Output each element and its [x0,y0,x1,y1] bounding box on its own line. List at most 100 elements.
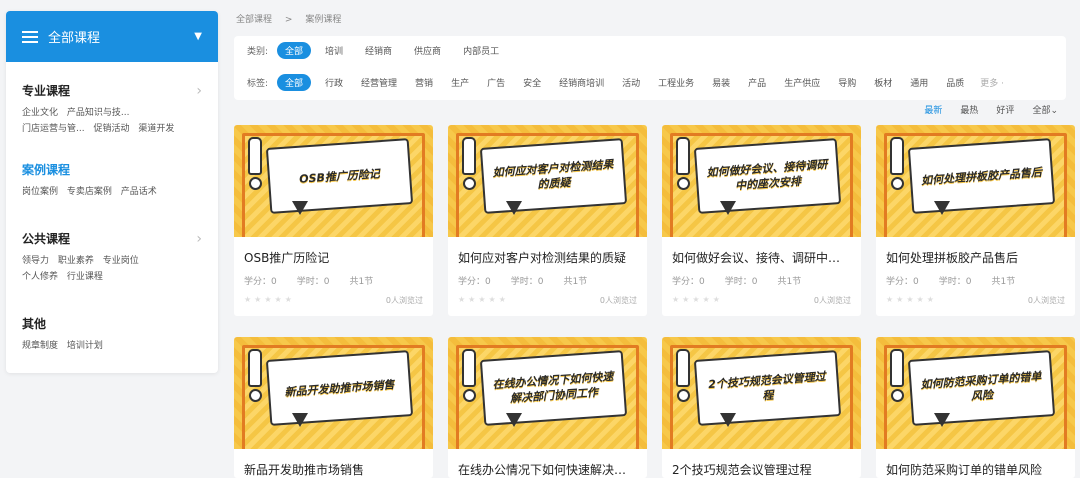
sidebar-link[interactable]: 专业岗位 [103,256,139,266]
tag-option[interactable]: 经销商培训 [559,76,604,89]
sidebar-header[interactable]: 全部课程 ▼ [6,11,218,62]
tag-option[interactable]: 生产 [451,76,469,89]
category-option[interactable]: 内部员工 [463,44,499,57]
sidebar-link[interactable]: 培训计划 [67,341,103,351]
course-views: 0人浏览过 [385,296,423,305]
tag-option[interactable]: 工程业务 [658,76,694,89]
sidebar-link[interactable]: 促销活动 [93,124,129,134]
sidebar-section-public: 公共课程 › 领导力 职业素养 专业岗位 个人修养 行业课程 [6,230,218,285]
sort-option-selected[interactable]: 最新 [924,103,942,116]
tag-option-selected[interactable]: 全部 [277,73,312,91]
speech-bubble-tail [292,201,308,215]
thumbnail-text: 在线办公情况下如何快速解决部门协同工作 [492,369,614,406]
tag-option[interactable]: 广告 [487,76,505,89]
thumbnail-text: 如何处理拼板胶产品售后 [920,165,1043,187]
section-title-text: 专业课程 [22,84,71,98]
more-tags-link[interactable]: 更多 · [980,76,1004,89]
tag-option[interactable]: 导购 [838,76,856,89]
category-option[interactable]: 供应商 [414,44,441,57]
sidebar-section-title[interactable]: 公共课程 › [22,230,202,247]
sidebar-section-title[interactable]: 其他 [22,315,202,332]
course-thumbnail[interactable]: 在线办公情况下如何快速解决部门协同工作 [448,337,647,449]
rating-stars-icon: ★★★★★ [886,295,937,304]
course-title[interactable]: 如何做好会议、接待、调研中的... [662,237,861,266]
sidebar-link[interactable]: 职业素养 [58,256,94,266]
sort-all-dropdown[interactable]: 全部⌄ [1032,103,1058,116]
course-card[interactable]: 新品开发助推市场销售 新品开发助推市场销售 [234,337,433,478]
sidebar-links: 岗位案例 专卖店案例 产品话术 [22,184,202,200]
section-title-text: 公共课程 [22,232,71,246]
sidebar-link[interactable]: 门店运营与管... [22,124,85,134]
course-thumbnail[interactable]: 2个技巧规范会议管理过程 [662,337,861,449]
exclamation-dot-icon [249,389,262,402]
sidebar-link[interactable]: 专卖店案例 [67,187,112,197]
course-title[interactable]: 新品开发助推市场销售 [234,449,433,478]
category-option[interactable]: 经销商 [365,44,392,57]
tag-option[interactable]: 经营管理 [361,76,397,89]
sidebar-link[interactable]: 行业课程 [67,272,103,282]
tag-option[interactable]: 易装 [712,76,730,89]
sidebar-link[interactable]: 领导力 [22,256,49,266]
thumbnail-text: 新品开发助推市场销售 [284,377,395,399]
course-title[interactable]: 在线办公情况下如何快速解决部... [448,449,647,478]
course-lessons: 共1节 [991,277,1016,287]
tag-option[interactable]: 营销 [415,76,433,89]
course-thumbnail[interactable]: OSB推广历险记 [234,125,433,237]
course-card[interactable]: 在线办公情况下如何快速解决部门协同工作在线办公情况下如何快速解决部... [448,337,647,478]
sort-option[interactable]: 最热 [960,103,978,116]
tag-option[interactable]: 行政 [325,76,343,89]
sidebar-link[interactable]: 岗位案例 [22,187,58,197]
course-title[interactable]: 如何处理拼板胶产品售后 [876,237,1075,266]
tag-option[interactable]: 板材 [874,76,892,89]
sidebar-link[interactable]: 产品话术 [121,187,157,197]
tag-option[interactable]: 通用 [910,76,928,89]
course-title[interactable]: 2个技巧规范会议管理过程 [662,449,861,478]
sort-option[interactable]: 好评 [996,103,1014,116]
course-title[interactable]: OSB推广历险记 [234,237,433,266]
exclamation-icon [676,349,690,387]
thumbnail-text: 如何防范采购订单的错单风险 [920,369,1042,403]
course-thumbnail[interactable]: 新品开发助推市场销售 [234,337,433,449]
sidebar-links: 领导力 职业素养 专业岗位 个人修养 行业课程 [22,253,202,285]
sidebar-link[interactable]: 企业文化 [22,108,58,118]
course-title[interactable]: 如何应对客户对检测结果的质疑 [448,237,647,266]
category-option-selected[interactable]: 全部 [277,41,312,59]
tag-option[interactable]: 安全 [523,76,541,89]
course-card[interactable]: OSB推广历险记 OSB推广历险记 学分：0 学时：0 共1节 ★★★★★ 0人浏览过 [234,125,433,316]
category-option[interactable]: 培训 [325,44,343,57]
tag-option[interactable]: 生产供应 [784,76,820,89]
exclamation-dot-icon [891,177,904,190]
sidebar-link[interactable]: 个人修养 [22,272,58,282]
sidebar-link[interactable]: 规章制度 [22,341,58,351]
course-views: 0人浏览过 [813,296,851,305]
course-thumbnail[interactable]: 如何处理拼板胶产品售后 [876,125,1075,237]
tag-option[interactable]: 品质 [946,76,964,89]
speech-bubble: OSB推广历险记 [265,138,414,214]
speech-bubble-tail [292,413,308,427]
exclamation-icon [248,137,262,175]
exclamation-icon [890,137,904,175]
exclamation-dot-icon [677,177,690,190]
course-card[interactable]: 如何应对客户对检测结果的质疑 如何应对客户对检测结果的质疑 学分：0 学时：0 共1节 ★… [448,125,647,316]
course-card[interactable]: 如何做好会议、接待调研中的座次安排 如何做好会议、接待、调研中的... 学分：0 学时… [662,125,861,316]
speech-bubble-tail [720,201,736,215]
course-title[interactable]: 如何防范采购订单的错单风险 [876,449,1075,478]
course-card[interactable]: 如何防范采购订单的错单风险 如何防范采购订单的错单风险 [876,337,1075,478]
breadcrumb-root[interactable]: 全部课程 [236,15,272,25]
course-card[interactable]: 2个技巧规范会议管理过程 2个技巧规范会议管理过程 [662,337,861,478]
sidebar-link[interactable]: 产品知识与技... [67,108,130,118]
course-credit: 学分：0 [244,277,277,287]
course-thumbnail[interactable]: 如何防范采购订单的错单风险 [876,337,1075,449]
speech-bubble: 新品开发助推市场销售 [265,350,414,426]
tag-option[interactable]: 产品 [748,76,766,89]
speech-bubble-tail [934,201,950,215]
tag-option[interactable]: 活动 [622,76,640,89]
course-thumbnail[interactable]: 如何做好会议、接待调研中的座次安排 [662,125,861,237]
breadcrumb-current: 案例课程 [305,15,342,25]
course-thumbnail[interactable]: 如何应对客户对检测结果的质疑 [448,125,647,237]
sidebar-section-title-active[interactable]: 案例课程 [22,161,202,178]
sidebar-link[interactable]: 渠道开发 [138,124,174,134]
sidebar-section-title[interactable]: 专业课程 › [22,82,202,99]
sidebar-section-cases: 案例课程 岗位案例 专卖店案例 产品话术 [6,161,218,200]
course-card[interactable]: 如何处理拼板胶产品售后 如何处理拼板胶产品售后 学分：0 学时：0 共1节 ★★★★★ 0人… [876,125,1075,316]
